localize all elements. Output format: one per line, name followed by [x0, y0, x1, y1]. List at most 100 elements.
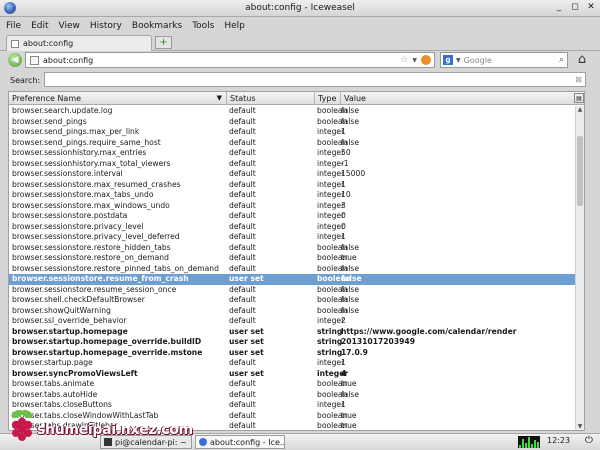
value-cell: false: [341, 295, 360, 304]
table-row[interactable]: browser.send_pings.max_per_link default in…: [9, 127, 577, 138]
status-cell: default: [229, 169, 256, 178]
menu-view[interactable]: View: [59, 21, 80, 31]
scroll-thumb[interactable]: [577, 136, 583, 206]
pref-name-cell: browser.send_pings.require_same_host: [12, 137, 161, 147]
table-row[interactable]: browser.sessionstore.interval default inte…: [9, 169, 577, 180]
back-arrow-icon: ◀: [11, 55, 19, 65]
table-row[interactable]: browser.sessionstore.privacy_level_defer…: [9, 232, 577, 243]
table-row[interactable]: browser.tabs.animate default boolean true: [9, 379, 577, 390]
pref-name-cell: browser.search.update.log: [12, 106, 113, 115]
pref-name-cell: browser.startup.homepage_override.mstone: [12, 347, 203, 357]
table-row[interactable]: browser.sessionhistory.max_total_viewers…: [9, 159, 577, 170]
status-cell: default: [229, 221, 256, 231]
menu-bookmarks[interactable]: Bookmarks: [132, 21, 182, 31]
vertical-scrollbar[interactable]: ▲ ▼: [575, 106, 584, 430]
table-row[interactable]: browser.showQuitWarning default boolean fal…: [9, 306, 577, 317]
search-engine-icon[interactable]: g: [443, 55, 453, 65]
table-row[interactable]: browser.ssl_override_behavior default inte…: [9, 316, 577, 327]
column-type[interactable]: Type: [315, 92, 341, 105]
pref-name-cell: browser.syncPromoViewsLeft: [12, 368, 138, 378]
status-cell: user set: [229, 326, 264, 336]
value-cell: https://www.google.com/calendar/render: [341, 326, 517, 336]
menu-bar: File Edit View History Bookmarks Tools H…: [0, 18, 600, 34]
status-cell: default: [229, 295, 256, 304]
table-row[interactable]: browser.sessionstore.restore_hidden_tabs…: [9, 243, 577, 254]
search-icon[interactable]: ⌕: [559, 55, 564, 65]
value-cell: false: [341, 242, 360, 252]
table-row[interactable]: browser.shell.checkDefaultBrowser default…: [9, 295, 577, 306]
url-bar[interactable]: about:config ☆ ▼: [25, 52, 435, 68]
table-row[interactable]: browser.sessionhistory.max_entries defaul…: [9, 148, 577, 159]
table-row[interactable]: browser.syncPromoViewsLeft user set intege…: [9, 369, 577, 380]
maximize-icon[interactable]: ◻: [570, 2, 580, 12]
page-icon: [11, 39, 19, 48]
home-button[interactable]: ⌂: [574, 52, 590, 68]
table-row[interactable]: browser.startup.homepage_override.buildI…: [9, 337, 577, 348]
table-row[interactable]: browser.search.update.log default boolean f…: [9, 106, 577, 117]
table-row[interactable]: browser.sessionstore.restore_pinned_tabs…: [9, 264, 577, 275]
tab-label: about:config: [23, 39, 74, 48]
value-cell: false: [341, 106, 360, 115]
search-engine-dropdown-icon[interactable]: ▼: [456, 57, 461, 64]
tab-bar: about:config +: [0, 35, 600, 51]
feed-icon[interactable]: [421, 55, 431, 65]
value-cell: 10: [341, 190, 351, 199]
new-tab-button[interactable]: +: [155, 36, 172, 49]
value-cell: 3: [341, 200, 346, 210]
status-cell: default: [229, 242, 256, 252]
table-row[interactable]: browser.tabs.autoHide default boolean false: [9, 390, 577, 401]
table-row[interactable]: browser.sessionstore.restore_on_demand de…: [9, 253, 577, 264]
menu-edit[interactable]: Edit: [31, 21, 48, 31]
value-cell: false: [341, 263, 360, 273]
task-browser[interactable]: about:config - Ice...: [195, 435, 285, 449]
value-cell: 1: [341, 179, 346, 189]
minimize-icon[interactable]: _: [554, 2, 564, 12]
menu-file[interactable]: File: [6, 21, 21, 31]
menu-help[interactable]: Help: [224, 21, 245, 31]
back-button[interactable]: ◀: [8, 53, 22, 67]
value-cell: 2: [341, 316, 346, 325]
close-icon[interactable]: ✕: [586, 2, 596, 12]
value-cell: -1: [341, 158, 349, 168]
table-row[interactable]: browser.startup.homepage user set string ht…: [9, 327, 577, 338]
column-label: Status: [230, 94, 256, 103]
table-row[interactable]: browser.sessionstore.max_resumed_crashes…: [9, 180, 577, 191]
value-cell: 50: [341, 148, 351, 157]
status-cell: user set: [229, 337, 264, 346]
preferences-table: Preference Name ▼ Status Type Value ▤ br…: [8, 91, 585, 431]
power-icon[interactable]: ⏻: [585, 435, 593, 446]
table-row[interactable]: browser.sessionstore.resume_session_once…: [9, 285, 577, 296]
tab-about-config[interactable]: about:config: [6, 35, 152, 51]
column-picker-icon[interactable]: ▤: [574, 93, 584, 103]
column-status[interactable]: Status: [227, 92, 315, 105]
table-row[interactable]: browser.sessionstore.max_windows_undo def…: [9, 201, 577, 212]
clear-filter-icon[interactable]: ⊠: [575, 75, 582, 84]
menu-tools[interactable]: Tools: [192, 21, 214, 31]
clock: 12:23: [547, 436, 571, 445]
column-preference-name[interactable]: Preference Name ▼: [9, 92, 227, 105]
table-row[interactable]: browser.startup.page default integer 1: [9, 358, 577, 369]
value-cell: false: [341, 274, 362, 283]
status-cell: default: [229, 410, 256, 420]
column-value[interactable]: Value ▤: [341, 92, 584, 105]
status-cell: default: [229, 400, 256, 409]
table-row[interactable]: browser.sessionstore.postdata default inte…: [9, 211, 577, 222]
url-dropdown-icon[interactable]: ▼: [412, 57, 417, 64]
sort-descending-icon: ▼: [216, 94, 222, 102]
value-cell: true: [341, 410, 357, 420]
table-row[interactable]: browser.sessionstore.privacy_level defaul…: [9, 222, 577, 233]
search-box[interactable]: g ▼ Google ⌕: [440, 52, 568, 68]
filter-input[interactable]: ⊠: [44, 72, 586, 87]
table-row[interactable]: browser.sessionstore.resume_from_crash us…: [9, 274, 577, 285]
scroll-up-icon[interactable]: ▲: [576, 106, 584, 115]
table-row[interactable]: browser.sessionstore.max_tabs_undo defaul…: [9, 190, 577, 201]
table-row[interactable]: browser.send_pings.require_same_host defa…: [9, 138, 577, 149]
scroll-down-icon[interactable]: ▼: [576, 423, 584, 430]
table-row[interactable]: browser.send_pings default boolean false: [9, 117, 577, 128]
status-cell: default: [229, 232, 256, 241]
status-cell: user set: [229, 347, 264, 357]
menu-history[interactable]: History: [90, 21, 122, 31]
window-title: about:config - Iceweasel: [245, 3, 355, 13]
table-row[interactable]: browser.startup.homepage_override.mstone…: [9, 348, 577, 359]
bookmark-star-icon[interactable]: ☆: [400, 55, 408, 65]
